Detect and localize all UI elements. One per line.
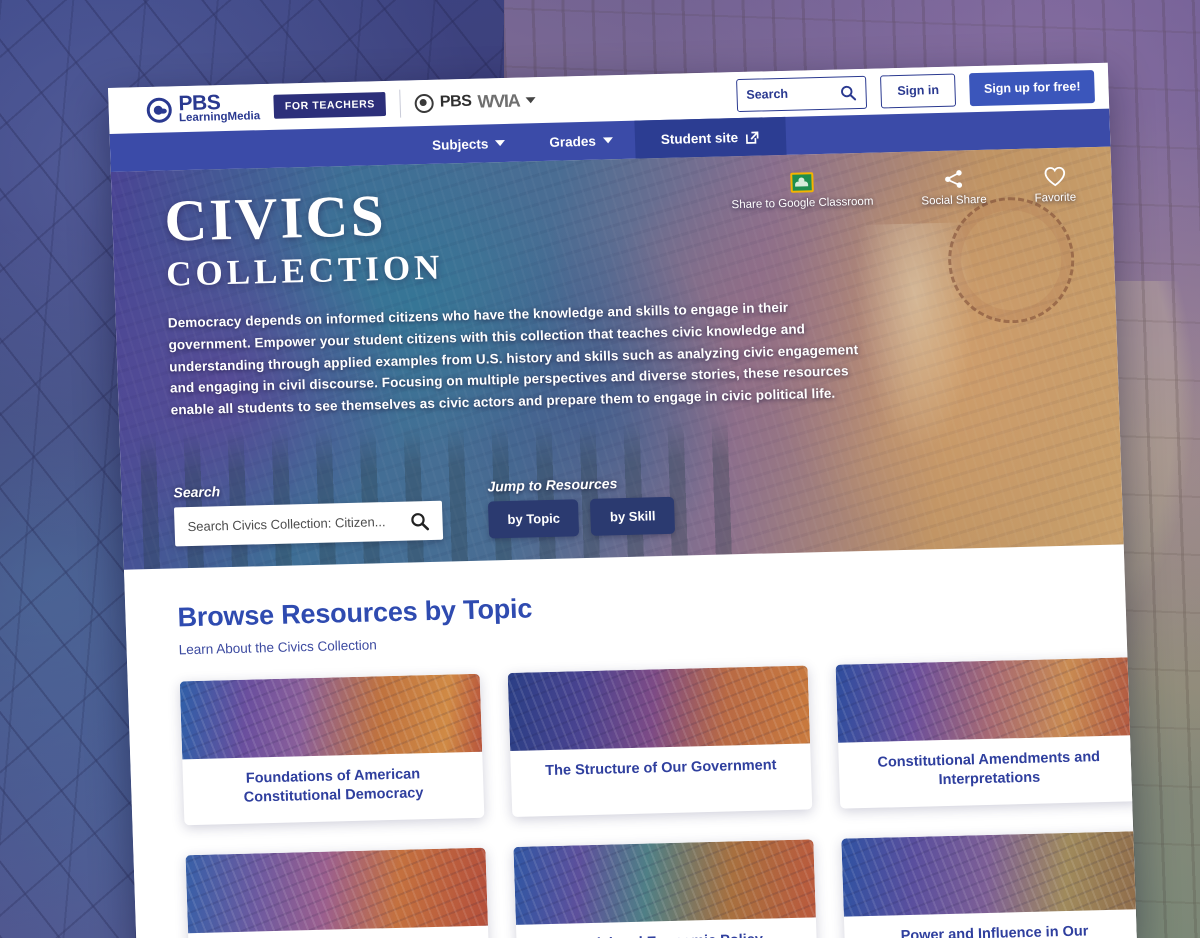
search-icon <box>840 85 856 100</box>
nav-item-subjects[interactable]: Subjects <box>409 123 528 164</box>
hero-search-group: Search Search Civics Collection: Citizen… <box>173 478 444 547</box>
nav-student-site-label: Student site <box>660 129 739 147</box>
chevron-down-icon <box>495 139 506 147</box>
topic-card[interactable]: Foundations of American Constitutional D… <box>179 673 485 825</box>
external-link-icon <box>745 131 759 144</box>
station-pbs-text: PBS <box>439 92 472 111</box>
topic-card-image <box>179 673 483 760</box>
chevron-down-icon <box>525 97 536 104</box>
topic-card-title: Foundations of American Constitutional D… <box>243 766 424 806</box>
topic-card-title: The Structure of Our Government <box>544 757 777 780</box>
topic-card[interactable]: Citizens' Rights and Responsibilities <box>185 847 491 938</box>
for-teachers-badge: FOR TEACHERS <box>273 91 387 119</box>
station-selector[interactable]: PBS WVIA <box>414 90 536 114</box>
topic-card-image <box>841 830 1137 917</box>
topic-card[interactable]: Constitutional Amendments and Interpreta… <box>835 657 1137 809</box>
topic-card[interactable]: The Structure of Our Government <box>507 665 813 817</box>
pbs-head-icon-small <box>414 93 435 113</box>
hero-search-input[interactable]: Search Civics Collection: Citizen... <box>173 500 444 547</box>
search-label: Search <box>746 86 789 102</box>
search-icon <box>411 512 430 530</box>
chevron-down-icon <box>602 137 613 144</box>
search-input[interactable]: Search <box>735 75 867 112</box>
pbs-head-icon <box>146 96 173 123</box>
browse-resources-section: Browse Resources by Topic Learn About th… <box>123 544 1137 938</box>
topic-card-image <box>513 839 816 925</box>
hero-search-placeholder: Search Civics Collection: Citizen... <box>187 514 386 535</box>
nav-item-student-site[interactable]: Student site <box>634 116 787 159</box>
nav-grades-label: Grades <box>549 133 597 150</box>
topic-card[interactable]: Social and Economic Policy <box>513 839 819 938</box>
hero-description: Democracy depends on informed citizens w… <box>167 299 859 418</box>
hero-content: CIVICS COLLECTION Democracy depends on i… <box>111 147 1119 423</box>
topic-card-grid: Foundations of American Constitutional D… <box>179 657 1137 938</box>
browser-page: PBS LearningMedia FOR TEACHERS PBS WVIA … <box>108 62 1137 938</box>
station-callsign-text: WVIA <box>477 90 520 112</box>
topic-card-title: Constitutional Amendments and Interpreta… <box>877 749 1101 789</box>
nav-subjects-label: Subjects <box>431 135 489 153</box>
jump-to-resources-group: Jump to Resources by Topic by Skill <box>487 474 676 539</box>
topic-card-image <box>507 665 811 752</box>
nav-item-grades[interactable]: Grades <box>527 121 636 162</box>
jump-by-topic-button[interactable]: by Topic <box>487 499 580 539</box>
sign-up-button[interactable]: Sign up for free! <box>969 69 1096 106</box>
topic-card-image <box>835 657 1137 743</box>
topic-card[interactable]: Power and Influence in Our Government <box>841 830 1137 938</box>
jump-by-skill-button[interactable]: by Skill <box>590 496 676 536</box>
jump-to-resources-label: Jump to Resources <box>487 475 618 495</box>
topic-card-image <box>185 847 488 933</box>
sign-in-button[interactable]: Sign in <box>879 73 957 108</box>
hero-banner: Share to Google Classroom Social Share F… <box>110 146 1124 570</box>
pbs-learningmedia-logo[interactable]: PBS LearningMedia <box>146 91 260 125</box>
jump-buttons: by Topic by Skill <box>487 496 676 539</box>
logo-divider <box>399 89 402 118</box>
logo-learningmedia-text: LearningMedia <box>178 110 261 125</box>
